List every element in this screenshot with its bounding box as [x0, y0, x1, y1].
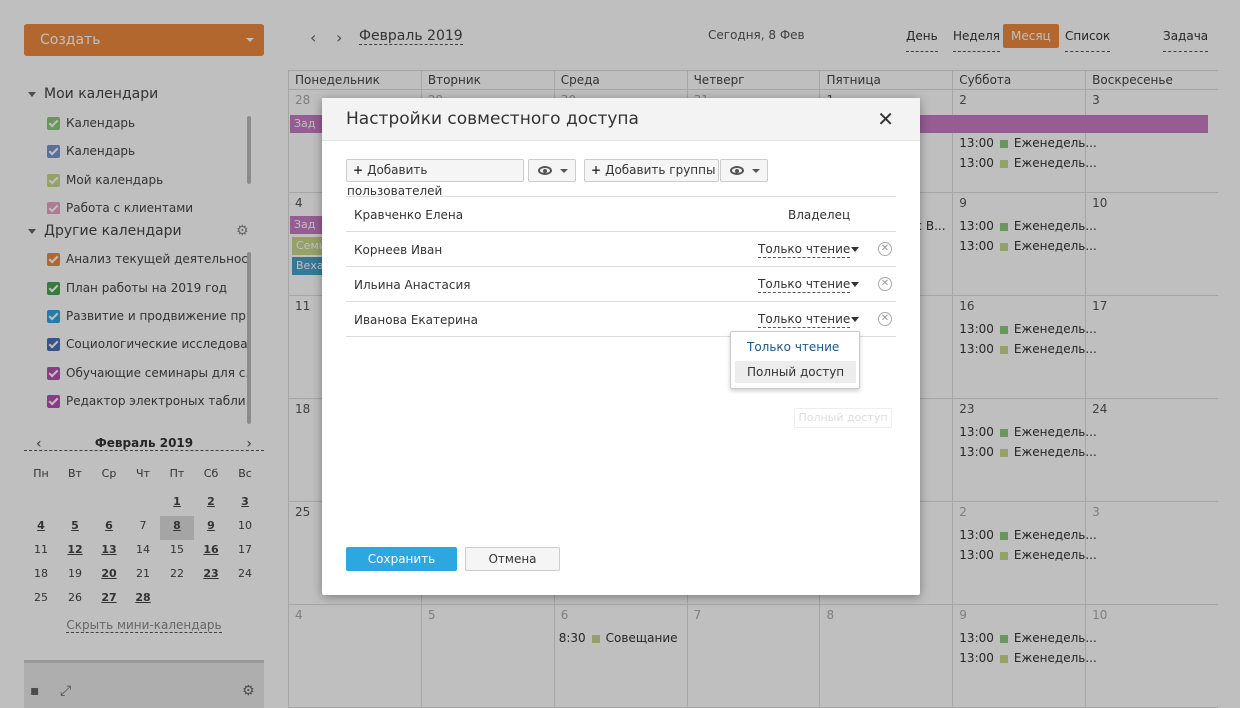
- chevron-down-icon: [752, 169, 760, 173]
- groups-visibility-dropdown[interactable]: [720, 159, 768, 182]
- remove-user-icon[interactable]: ✕: [878, 312, 892, 326]
- cancel-button[interactable]: Отмена: [465, 547, 560, 571]
- remove-user-icon[interactable]: ✕: [878, 242, 892, 256]
- add-groups-label: Добавить группы: [605, 163, 716, 177]
- plus-icon: +: [591, 163, 602, 177]
- sharing-settings-dialog: Настройки совместного доступа ✕ + Добавит…: [322, 98, 920, 595]
- dialog-header: Настройки совместного доступа ✕: [322, 98, 920, 141]
- user-row: Корнеев Иван Только чтение ✕: [346, 231, 896, 266]
- access-level-dropdown: Только чтение Полный доступ: [730, 331, 860, 389]
- access-level-select[interactable]: Только чтение: [758, 277, 851, 293]
- chevron-down-icon[interactable]: [851, 247, 859, 252]
- owner-label: Владелец: [788, 208, 851, 222]
- add-groups-button[interactable]: + Добавить группы: [584, 159, 719, 182]
- access-level-select[interactable]: Только чтение: [758, 242, 851, 258]
- plus-icon: +: [353, 163, 364, 177]
- close-icon[interactable]: ✕: [877, 107, 894, 131]
- user-name: Корнеев Иван: [354, 243, 443, 257]
- eye-icon: [538, 166, 552, 175]
- save-button[interactable]: Сохранить: [346, 547, 457, 571]
- option-full-access[interactable]: Полный доступ: [735, 361, 856, 383]
- add-users-button[interactable]: + Добавить пользователей: [346, 159, 524, 198]
- access-level-select[interactable]: Только чтение: [758, 312, 851, 328]
- eye-icon: [730, 166, 744, 175]
- remove-user-icon[interactable]: ✕: [878, 277, 892, 291]
- dialog-title: Настройки совместного доступа: [346, 109, 639, 129]
- user-row-owner: Кравченко Елена Владелец: [346, 196, 896, 231]
- chevron-down-icon: [560, 169, 568, 173]
- chevron-down-icon[interactable]: [851, 282, 859, 287]
- user-row: Ильина Анастасия Только чтение ✕: [346, 266, 896, 301]
- chevron-down-icon[interactable]: [851, 317, 859, 322]
- user-name: Ильина Анастасия: [354, 278, 471, 292]
- drag-ghost-label: Полный доступ: [794, 408, 892, 428]
- user-name: Иванова Екатерина: [354, 313, 479, 327]
- user-name: Кравченко Елена: [354, 208, 464, 222]
- users-visibility-dropdown[interactable]: [528, 159, 576, 182]
- option-read-only[interactable]: Только чтение: [747, 340, 839, 354]
